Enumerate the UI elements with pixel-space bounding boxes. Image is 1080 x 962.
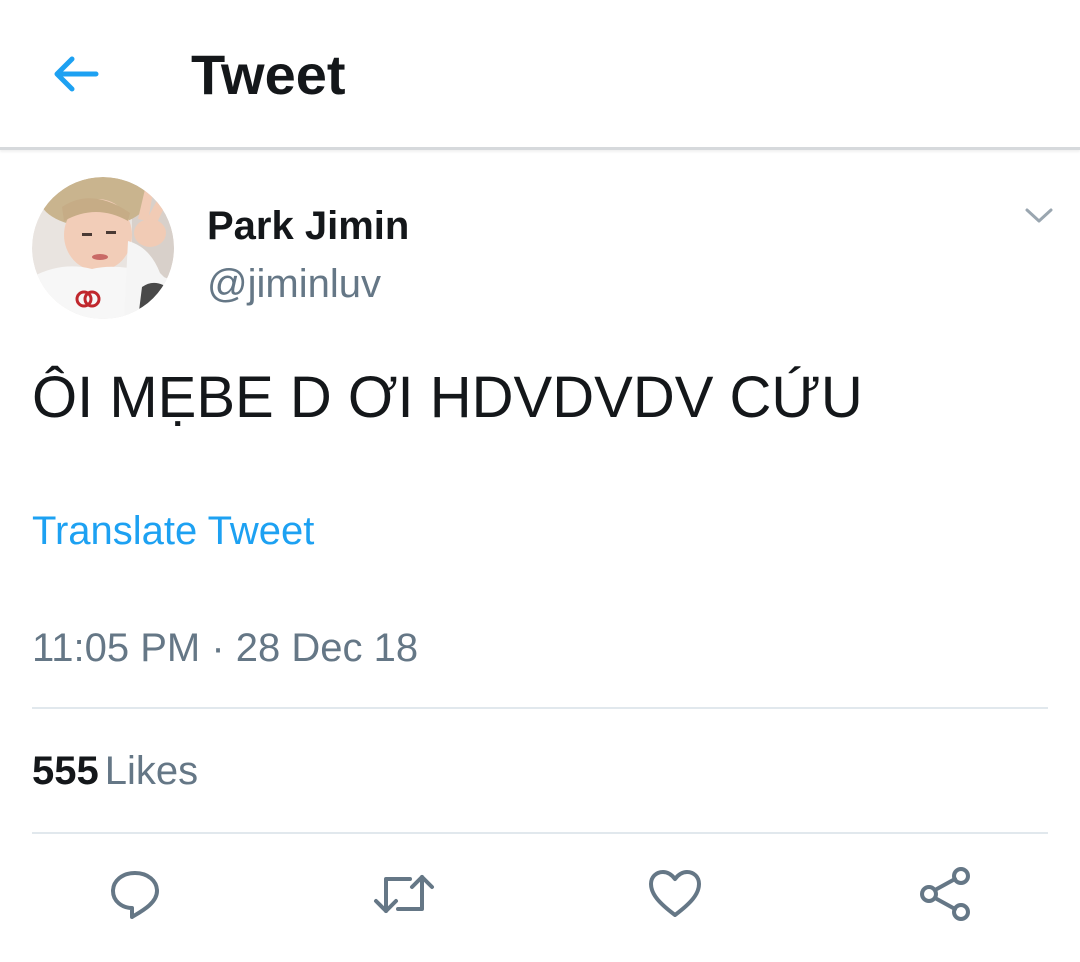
divider <box>32 707 1048 709</box>
tweet-timestamp: 11:05 PM · 28 Dec 18 <box>32 626 419 670</box>
reply-button[interactable] <box>103 862 167 926</box>
top-app-bar: Tweet <box>0 0 1080 150</box>
chevron-down-icon <box>1025 208 1053 223</box>
divider <box>32 832 1048 834</box>
tweet-text: ÔI MẸBE D ƠI HDVDVDV CỨU <box>32 365 863 430</box>
like-button[interactable] <box>643 862 707 926</box>
heart-icon <box>649 870 701 917</box>
page-title: Tweet <box>191 43 346 106</box>
retweet-button[interactable] <box>372 862 436 926</box>
retweet-icon <box>374 875 434 913</box>
user-handle[interactable]: @jiminluv <box>207 260 381 308</box>
tweet-menu-button[interactable] <box>1016 198 1062 234</box>
avatar-photo <box>32 177 174 319</box>
reply-icon <box>111 871 159 919</box>
arrow-left-icon <box>54 56 99 92</box>
avatar[interactable] <box>32 177 174 319</box>
translate-tweet-link[interactable]: Translate Tweet <box>32 506 314 556</box>
share-icon <box>920 867 970 921</box>
likes-count-link[interactable]: 555 Likes <box>32 745 198 797</box>
display-name[interactable]: Park Jimin <box>207 202 409 250</box>
back-button[interactable] <box>44 44 108 104</box>
share-button[interactable] <box>913 862 977 926</box>
likes-label: Likes <box>104 749 199 793</box>
likes-count: 555 <box>32 749 99 793</box>
